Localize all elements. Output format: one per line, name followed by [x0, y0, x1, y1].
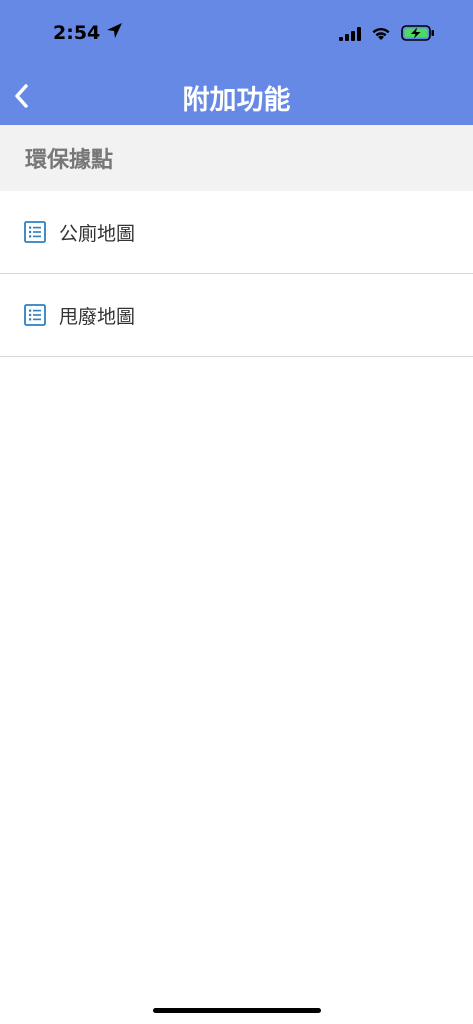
battery-charging-icon [401, 25, 435, 45]
section-title: 環保據點 [25, 148, 114, 173]
location-arrow-icon [106, 22, 123, 44]
section-header: 環保據點 [0, 125, 473, 191]
list-item-toilet-map[interactable]: 公廁地圖 [0, 191, 473, 274]
screen: 2:54 附加功能 環保據點 公廁地圖 甩廢地圖 [0, 0, 473, 1024]
list-icon [24, 221, 46, 243]
app-header: 2:54 附加功能 [0, 0, 473, 125]
wifi-icon [371, 26, 391, 45]
home-indicator[interactable] [153, 1008, 321, 1013]
list-item-label: 甩廢地圖 [59, 306, 136, 328]
status-indicators [339, 25, 435, 45]
list-item-label: 公廁地圖 [59, 223, 136, 245]
status-time: 2:54 [53, 22, 101, 44]
status-time-group: 2:54 [53, 22, 123, 44]
cellular-signal-icon [339, 26, 361, 45]
list-item-waste-map[interactable]: 甩廢地圖 [0, 274, 473, 357]
page-title: 附加功能 [182, 85, 291, 116]
list-icon [24, 304, 46, 326]
feature-list: 公廁地圖 甩廢地圖 [0, 191, 473, 357]
